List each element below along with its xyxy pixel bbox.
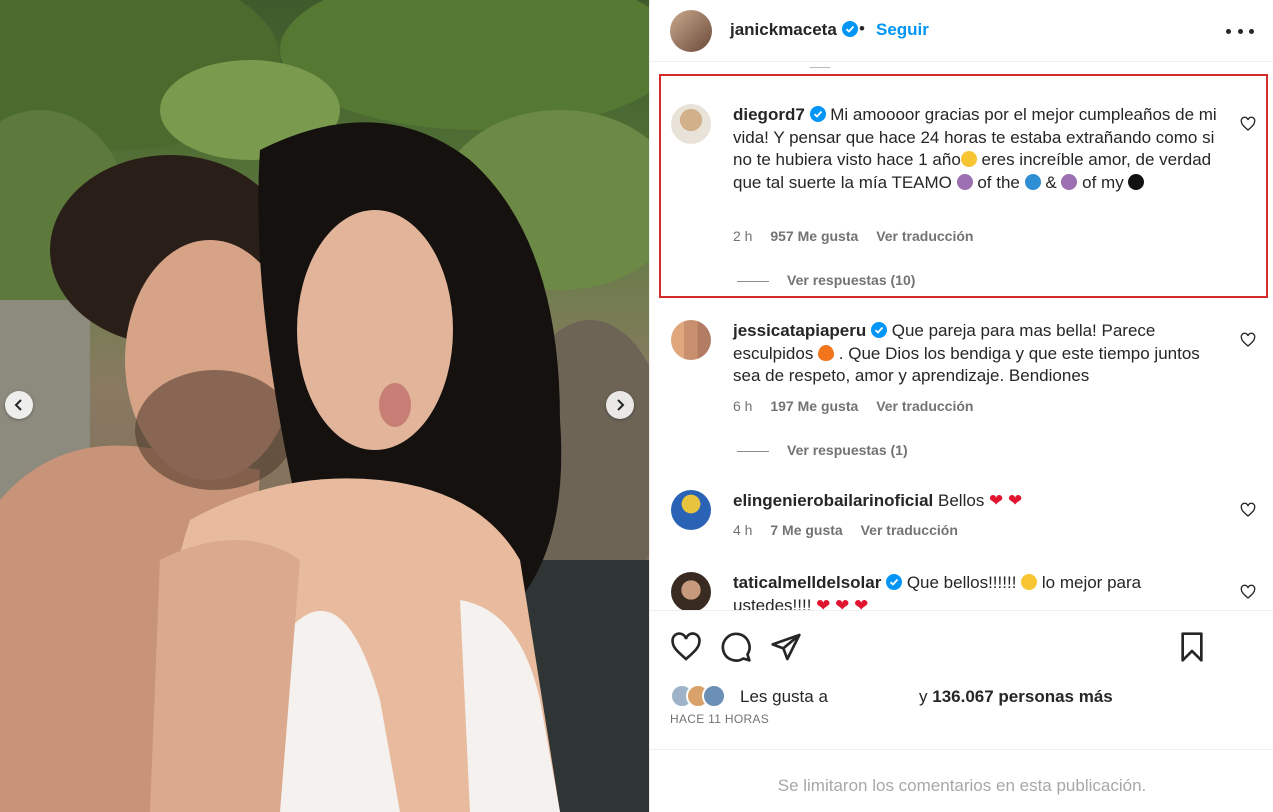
share-icon[interactable]: [770, 631, 802, 663]
verified-badge-icon: [841, 21, 858, 37]
bookmark-icon[interactable]: [1176, 631, 1208, 663]
commenter-avatar[interactable]: [671, 490, 711, 530]
red-heart-emoji-icon: ❤: [989, 491, 1004, 510]
more-options-icon[interactable]: [1226, 22, 1254, 40]
comment-body: diegord7 Mi amoooor gracias por el mejor…: [733, 104, 1223, 194]
post-timestamp[interactable]: HACE 11 HORAS: [670, 712, 769, 726]
separator-dot: •: [859, 19, 865, 38]
chevron-left-icon: [14, 399, 22, 411]
comments-limited-note: Se limitaron los comentarios en esta pub…: [777, 776, 1147, 795]
comment-likes[interactable]: 7 Me gusta: [770, 522, 842, 538]
verified-badge-icon: [809, 106, 826, 122]
view-replies-button[interactable]: Ver respuestas (10): [737, 272, 915, 288]
comment-body: taticalmelldelsolar Que bellos!!!!!! lo …: [733, 572, 1223, 610]
replies-line: [737, 280, 769, 282]
couple-selfie-image: [0, 0, 649, 812]
likes-prefix: Les gusta a: [740, 687, 828, 706]
commenter-avatar[interactable]: [671, 104, 711, 144]
likes-summary: Les gusta a y 136.067 personas más: [670, 684, 1260, 708]
comment-likes[interactable]: 957 Me gusta: [770, 228, 858, 244]
liker-avatar: [702, 684, 726, 708]
verified-badge-icon: [870, 322, 887, 338]
partial-reply-line: [810, 62, 830, 68]
likes-connector: y: [919, 687, 928, 706]
black-heart-emoji-icon: [1128, 173, 1145, 190]
queen-emoji-icon: [956, 173, 973, 190]
comment-time: 4 h: [733, 522, 753, 538]
like-comment-heart-icon[interactable]: [1240, 502, 1256, 518]
verified-badge-icon: [886, 574, 903, 590]
comment-text-5: of my: [1077, 172, 1129, 192]
heart-icon[interactable]: [670, 631, 702, 663]
comment-meta: 6 h 197 Me gusta Ver traducción: [733, 398, 987, 414]
commenter-username[interactable]: taticalmelldelsolar: [733, 573, 881, 592]
liker-avatars[interactable]: [670, 684, 736, 708]
author-username[interactable]: janickmaceta: [730, 20, 858, 40]
replies-line: [737, 450, 769, 452]
chevron-right-icon: [617, 399, 625, 411]
carousel-next-button[interactable]: [606, 391, 634, 419]
author-avatar[interactable]: [670, 10, 712, 52]
comments-footer: Se limitaron los comentarios en esta pub…: [650, 749, 1273, 812]
fire-emoji-icon: [818, 344, 835, 361]
post-details-panel: janickmaceta • Seguir diegord7 Mi amoooo…: [649, 0, 1273, 812]
comment-text: Que bellos!!!!!!: [906, 573, 1022, 592]
comment-meta: 2 h 957 Me gusta Ver traducción: [733, 228, 987, 244]
translate-link[interactable]: Ver traducción: [876, 398, 973, 414]
heart-eyes-emoji-icon: [1021, 574, 1038, 590]
follow-button[interactable]: Seguir: [876, 20, 929, 40]
like-comment-heart-icon[interactable]: [1240, 584, 1256, 600]
commenter-avatar[interactable]: [671, 320, 711, 360]
comment-time: 6 h: [733, 398, 753, 414]
comment-body: jessicatapiaperu Que pareja para mas bel…: [733, 320, 1223, 388]
post-photo[interactable]: [0, 0, 649, 812]
comments-list[interactable]: diegord7 Mi amoooor gracias por el mejor…: [650, 62, 1273, 610]
likes-count[interactable]: y 136.067 personas más: [919, 687, 1113, 707]
view-replies-button[interactable]: Ver respuestas (1): [737, 442, 908, 458]
post-actions: [650, 610, 1273, 682]
comment-text-4: &: [1040, 172, 1062, 192]
laughing-emoji-icon: [960, 151, 977, 167]
commenter-avatar[interactable]: [671, 572, 711, 610]
comment-body: elingenierobailarinoficial Bellos ❤ ❤: [733, 490, 1223, 513]
carousel-prev-button[interactable]: [5, 391, 33, 419]
comment-text: Bellos: [938, 491, 990, 510]
red-heart-emoji-icon: ❤ ❤ ❤: [816, 595, 869, 611]
view-replies-label: Ver respuestas (10): [787, 272, 916, 288]
red-heart-emoji-icon: ❤: [1008, 491, 1023, 510]
translate-link[interactable]: Ver traducción: [876, 228, 973, 244]
commenter-username[interactable]: diegord7: [733, 105, 805, 124]
comment-meta: 4 h 7 Me gusta Ver traducción: [733, 522, 972, 538]
comment-time: 2 h: [733, 228, 753, 244]
comment-text-3: of the: [972, 172, 1025, 192]
like-comment-heart-icon[interactable]: [1240, 116, 1256, 132]
queen-emoji-icon: [1061, 173, 1078, 190]
commenter-username[interactable]: elingenierobailarinoficial: [733, 491, 933, 510]
globe-emoji-icon: [1024, 173, 1041, 190]
post-header: janickmaceta • Seguir: [650, 0, 1273, 62]
comment-likes[interactable]: 197 Me gusta: [770, 398, 858, 414]
comment-icon[interactable]: [720, 631, 752, 663]
commenter-username[interactable]: jessicatapiaperu: [733, 321, 866, 340]
view-replies-label: Ver respuestas (1): [787, 442, 908, 458]
translate-link[interactable]: Ver traducción: [861, 522, 958, 538]
likes-count-value: 136.067 personas más: [932, 687, 1113, 706]
like-comment-heart-icon[interactable]: [1240, 332, 1256, 348]
